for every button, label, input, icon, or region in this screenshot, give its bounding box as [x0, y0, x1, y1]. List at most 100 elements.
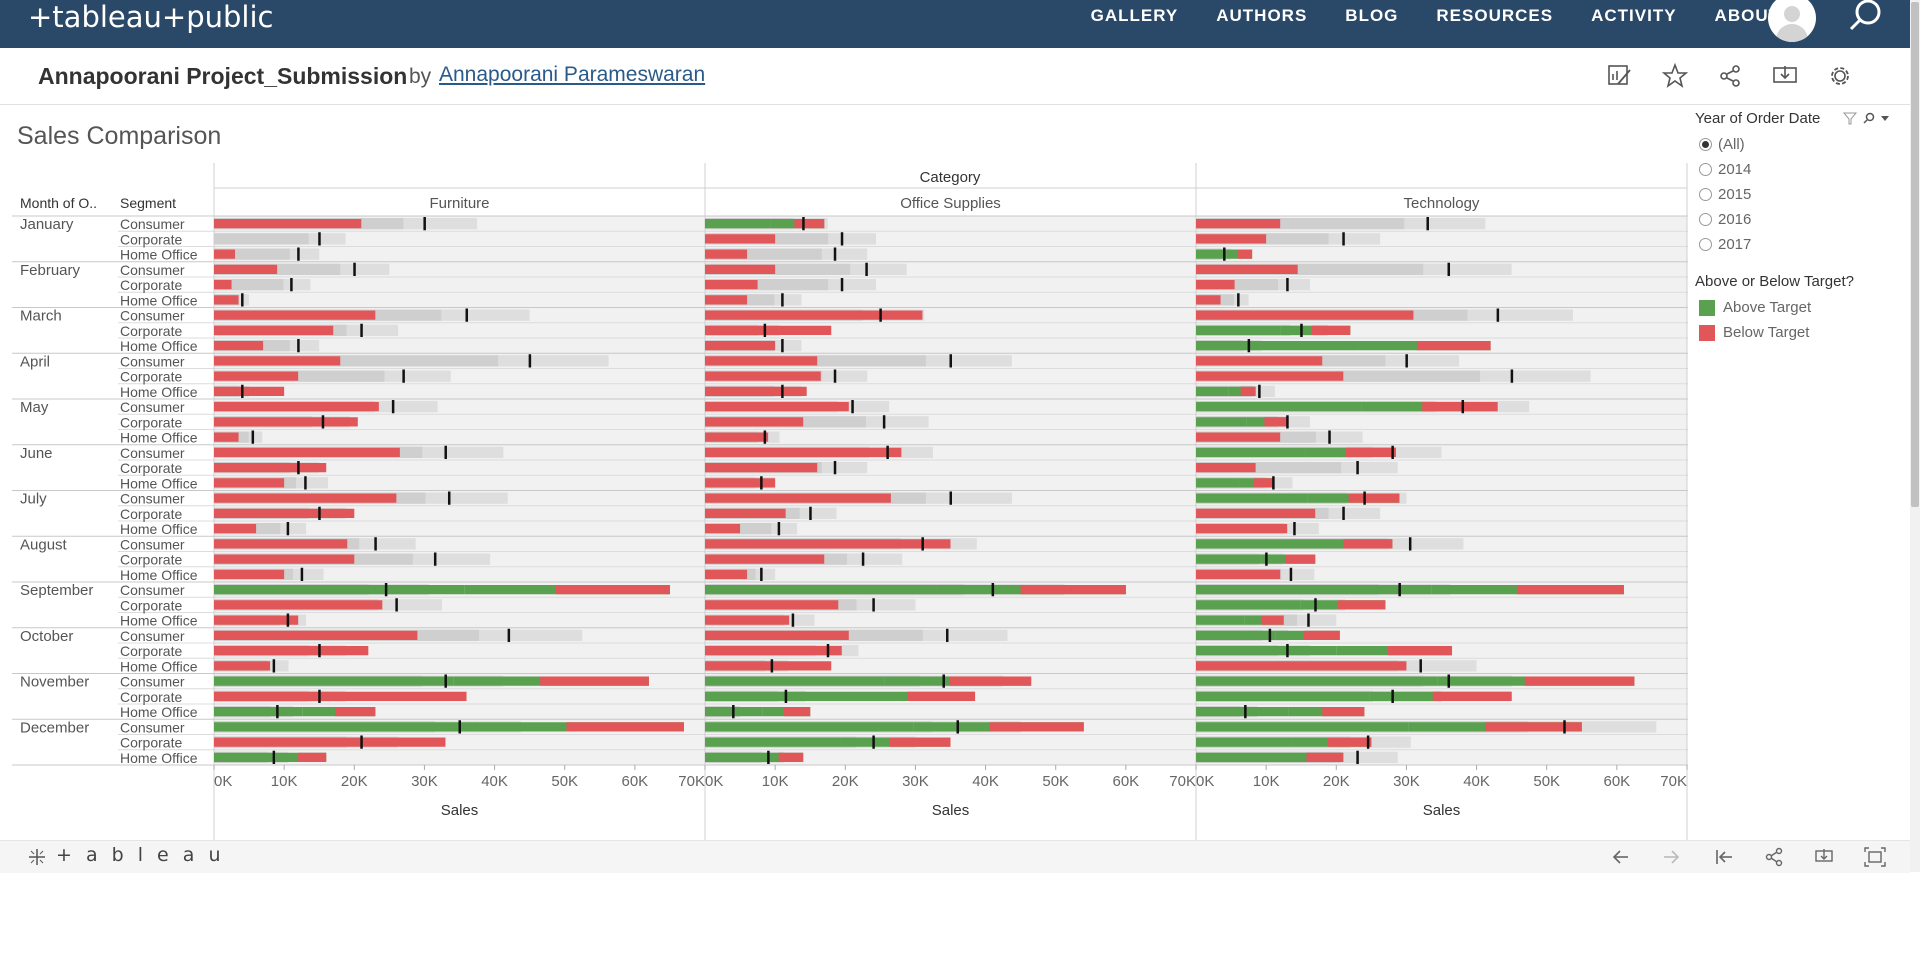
sales-bar-below[interactable] [705, 234, 776, 244]
target-marker[interactable] [321, 415, 325, 429]
target-marker[interactable] [423, 217, 426, 231]
sales-bar-above[interactable] [1196, 447, 1306, 457]
sales-bar-below[interactable] [214, 295, 239, 305]
target-marker[interactable] [763, 323, 767, 337]
target-marker[interactable] [272, 659, 276, 673]
sales-bar-below[interactable] [705, 341, 776, 351]
sales-bar-below-part[interactable] [907, 691, 976, 701]
revert-icon[interactable] [1714, 847, 1734, 867]
sales-bar-below-part[interactable] [1261, 615, 1284, 625]
target-marker[interactable] [300, 567, 304, 581]
target-marker[interactable] [760, 476, 763, 490]
sales-bar-below-part[interactable] [566, 722, 684, 732]
sales-bar-below-part[interactable] [1264, 417, 1288, 427]
target-marker[interactable] [1391, 689, 1394, 703]
target-marker[interactable] [528, 354, 532, 368]
target-marker[interactable] [1307, 613, 1310, 627]
target-marker[interactable] [840, 232, 844, 246]
target-marker[interactable] [949, 491, 953, 505]
target-marker[interactable] [1247, 339, 1251, 353]
sales-bar-below[interactable] [214, 737, 446, 747]
sales-bar-below[interactable] [214, 508, 355, 518]
target-marker[interactable] [241, 293, 244, 307]
target-marker[interactable] [879, 308, 882, 322]
target-marker[interactable] [732, 705, 735, 719]
target-marker[interactable] [1258, 384, 1261, 398]
sales-bar-above[interactable] [1196, 585, 1432, 595]
target-marker[interactable] [1268, 628, 1272, 642]
sales-bar-below[interactable] [214, 432, 239, 442]
sales-bar-below[interactable] [705, 447, 902, 457]
download-icon[interactable] [1814, 847, 1834, 867]
legend-item-below[interactable]: Below Target [1695, 320, 1895, 345]
target-marker[interactable] [444, 445, 447, 459]
sales-bar-above[interactable] [1196, 249, 1227, 259]
sales-bar-below[interactable] [1196, 310, 1414, 320]
sales-bar-below[interactable] [1196, 234, 1267, 244]
search-icon[interactable] [1846, 0, 1886, 34]
sales-bar-above[interactable] [1196, 341, 1359, 351]
sales-bar-below-part[interactable] [949, 676, 1032, 686]
sales-bar-below-part[interactable] [1524, 676, 1635, 686]
sales-bar-below-part[interactable] [778, 752, 804, 762]
sales-bar-below-part[interactable] [1253, 478, 1274, 488]
sales-bar-below-part[interactable] [555, 585, 670, 595]
sales-bar-below-part[interactable] [889, 737, 951, 747]
sales-bar-above[interactable] [1196, 402, 1362, 412]
sales-bar-above[interactable] [1196, 493, 1308, 503]
sales-bar-below[interactable] [214, 417, 358, 427]
nav-link-resources[interactable]: RESOURCES [1436, 7, 1553, 25]
sales-bar-below-part[interactable] [540, 676, 649, 686]
target-marker[interactable] [297, 339, 300, 353]
target-marker[interactable] [290, 278, 293, 292]
target-marker[interactable] [1342, 506, 1345, 520]
sales-bar-above[interactable] [705, 676, 885, 686]
target-marker[interactable] [1244, 705, 1247, 719]
target-marker[interactable] [1293, 522, 1296, 536]
sales-bar-below[interactable] [214, 539, 348, 549]
sales-bar-below[interactable] [214, 600, 383, 610]
target-marker[interactable] [840, 278, 844, 292]
sales-bar-above[interactable] [1196, 478, 1239, 488]
sales-bar-below-part[interactable] [1338, 600, 1386, 610]
year-option-2015[interactable]: 2015 [1695, 182, 1895, 207]
target-marker[interactable] [1366, 735, 1370, 749]
target-marker[interactable] [886, 445, 889, 459]
target-marker[interactable] [1510, 369, 1514, 383]
target-marker[interactable] [781, 293, 784, 307]
sales-bar-below[interactable] [214, 691, 467, 701]
target-marker[interactable] [770, 659, 774, 673]
sales-bar-below[interactable] [705, 432, 769, 442]
redo-arrow-icon[interactable] [1661, 847, 1681, 867]
share-icon[interactable] [1764, 847, 1784, 867]
sales-bar-below[interactable] [1196, 432, 1281, 442]
target-marker[interactable] [251, 430, 255, 444]
sales-bar-below[interactable] [705, 325, 832, 335]
sales-bar-below-part[interactable] [1020, 585, 1126, 595]
sales-bar-below[interactable] [214, 447, 400, 457]
target-marker[interactable] [1289, 567, 1293, 581]
target-marker[interactable] [374, 537, 377, 551]
sales-bar-below-part[interactable] [1303, 630, 1340, 640]
target-marker[interactable] [826, 644, 830, 658]
target-marker[interactable] [276, 705, 279, 719]
sales-bar-below-part[interactable] [1343, 539, 1393, 549]
target-marker[interactable] [1265, 552, 1268, 566]
sales-bar-below[interactable] [214, 356, 341, 366]
target-marker[interactable] [318, 506, 321, 520]
target-marker[interactable] [802, 217, 805, 231]
target-marker[interactable] [1356, 750, 1359, 764]
sales-bar-below[interactable] [214, 325, 334, 335]
target-marker[interactable] [353, 262, 356, 276]
target-marker[interactable] [444, 674, 447, 688]
sales-bar-above[interactable] [1196, 325, 1281, 335]
sales-bar-below[interactable] [214, 341, 264, 351]
sales-bar-above[interactable] [1196, 691, 1370, 701]
filter-controls-icon[interactable] [1843, 112, 1903, 126]
target-marker[interactable] [1398, 583, 1401, 597]
sales-bar-below[interactable] [1196, 661, 1407, 671]
sales-bar-below-part[interactable] [298, 752, 327, 762]
target-marker[interactable] [1496, 308, 1500, 322]
sales-bar-below-part[interactable] [783, 707, 811, 717]
target-marker[interactable] [1405, 354, 1408, 368]
